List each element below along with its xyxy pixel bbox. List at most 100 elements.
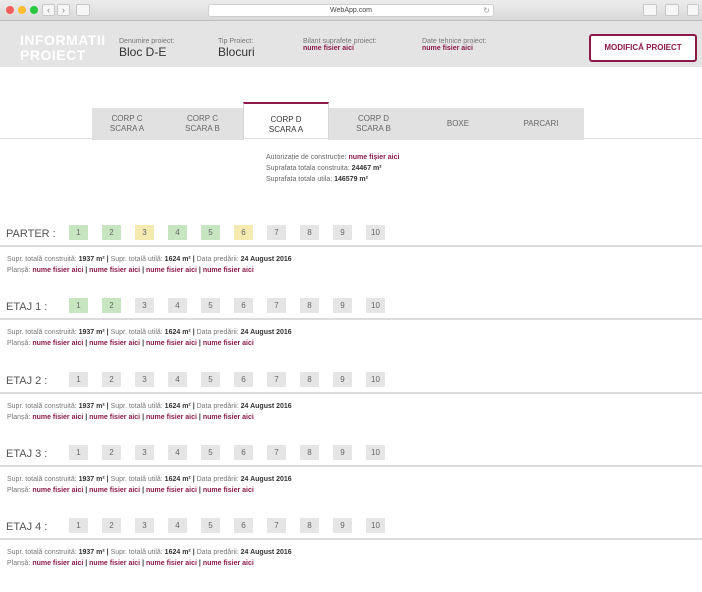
sidebar-icon[interactable]	[76, 4, 90, 16]
apartment-cell[interactable]: 2	[102, 372, 121, 387]
surface-balance-link[interactable]: nume fisier aici	[303, 45, 377, 52]
apartment-cell[interactable]: 10	[366, 518, 385, 533]
maximize-window-icon[interactable]	[30, 6, 38, 14]
apartment-cell[interactable]: 4	[168, 445, 187, 460]
built-area-row: Suprafata totala construita: 24467 m²	[266, 163, 399, 174]
plan-file-link[interactable]: nume fisier aici	[203, 414, 254, 421]
apartment-cell[interactable]: 1	[69, 225, 88, 240]
apartment-cell[interactable]: 4	[168, 225, 187, 240]
apartment-cell[interactable]: 6	[234, 225, 253, 240]
apartment-cell[interactable]: 9	[333, 298, 352, 313]
address-bar[interactable]: WebApp.com ↻	[208, 4, 494, 17]
apartment-cell[interactable]: 6	[234, 518, 253, 533]
apartment-cell[interactable]: 6	[234, 298, 253, 313]
apartment-cell[interactable]: 7	[267, 445, 286, 460]
apartment-cell[interactable]: 9	[333, 225, 352, 240]
tab-corp-c-scara-b[interactable]: CORP C SCARA B	[162, 108, 243, 140]
apartment-cell[interactable]: 4	[168, 518, 187, 533]
apartment-cell[interactable]: 3	[135, 518, 154, 533]
apartment-cell[interactable]: 8	[300, 518, 319, 533]
tab-parcari[interactable]: PARCARI	[498, 108, 584, 140]
plan-file-link[interactable]: nume fisier aici	[146, 487, 197, 494]
floor-stats: Supr. totală construită: 1937 m² | Supr.…	[7, 327, 292, 349]
technical-data-link[interactable]: nume fisier aici	[422, 45, 486, 52]
apartment-cell[interactable]: 5	[201, 372, 220, 387]
plan-file-link[interactable]: nume fisier aici	[203, 340, 254, 347]
apartment-cell[interactable]: 2	[102, 225, 121, 240]
minimize-window-icon[interactable]	[18, 6, 26, 14]
floor-row: ETAJ 1 : 1 2 3 4 5 6 7 8 9 10 Supr. totală construi…	[0, 298, 702, 372]
apartment-cell[interactable]: 4	[168, 372, 187, 387]
forward-icon[interactable]: ›	[57, 4, 70, 16]
new-tab-icon[interactable]	[687, 4, 699, 16]
apartment-cell[interactable]: 7	[267, 225, 286, 240]
close-window-icon[interactable]	[6, 6, 14, 14]
plan-file-link[interactable]: nume fisier aici	[146, 340, 197, 347]
apartment-cell[interactable]: 1	[69, 298, 88, 313]
floor-area-row: Supr. totală construită: 1937 m² | Supr.…	[7, 401, 292, 412]
apartment-cell[interactable]: 3	[135, 445, 154, 460]
apartment-cell[interactable]: 3	[135, 372, 154, 387]
plan-file-link[interactable]: nume fisier aici	[146, 414, 197, 421]
plan-file-link[interactable]: nume fisier aici	[32, 340, 83, 347]
floor-divider	[0, 538, 702, 540]
plan-file-link[interactable]: nume fisier aici	[89, 487, 140, 494]
authorization-link[interactable]: nume fișier aici	[349, 154, 400, 161]
apartment-cell[interactable]: 6	[234, 445, 253, 460]
apartment-cell[interactable]: 1	[69, 445, 88, 460]
tabs-overview-icon[interactable]	[665, 4, 679, 16]
plan-file-link[interactable]: nume fisier aici	[32, 267, 83, 274]
tab-corp-c-scara-a[interactable]: CORP C SCARA A	[92, 108, 162, 140]
share-icon[interactable]	[643, 4, 657, 16]
plan-file-link[interactable]: nume fisier aici	[32, 414, 83, 421]
plan-file-link[interactable]: nume fisier aici	[89, 414, 140, 421]
apartment-cell[interactable]: 5	[201, 518, 220, 533]
plan-file-link[interactable]: nume fisier aici	[203, 487, 254, 494]
apartment-cell[interactable]: 5	[201, 445, 220, 460]
plan-file-link[interactable]: nume fisier aici	[32, 487, 83, 494]
apartment-cell[interactable]: 10	[366, 298, 385, 313]
apartment-cell[interactable]: 2	[102, 445, 121, 460]
apartment-cell[interactable]: 3	[135, 225, 154, 240]
apartment-cell[interactable]: 10	[366, 372, 385, 387]
plan-file-link[interactable]: nume fisier aici	[89, 340, 140, 347]
apartment-cell[interactable]: 8	[300, 445, 319, 460]
apartment-cell[interactable]: 3	[135, 298, 154, 313]
apartment-cell[interactable]: 9	[333, 518, 352, 533]
apartment-cell[interactable]: 10	[366, 445, 385, 460]
apartment-cell[interactable]: 9	[333, 372, 352, 387]
plan-file-link[interactable]: nume fisier aici	[146, 560, 197, 567]
plan-file-link[interactable]: nume fisier aici	[89, 267, 140, 274]
apartment-cell[interactable]: 9	[333, 445, 352, 460]
apartment-cell[interactable]: 8	[300, 372, 319, 387]
plan-file-link[interactable]: nume fisier aici	[89, 560, 140, 567]
tab-corp-d-scara-b[interactable]: CORP D SCARA B	[329, 108, 418, 140]
apartment-cell[interactable]: 8	[300, 225, 319, 240]
apartment-cell[interactable]: 10	[366, 225, 385, 240]
tab-corp-d-scara-a[interactable]: CORP D SCARA A	[243, 102, 329, 140]
apartment-cell[interactable]: 7	[267, 372, 286, 387]
apartment-cell[interactable]: 7	[267, 518, 286, 533]
plan-file-link[interactable]: nume fisier aici	[146, 267, 197, 274]
separator: |	[106, 476, 109, 483]
plan-file-link[interactable]: nume fisier aici	[203, 560, 254, 567]
apartment-cell[interactable]: 6	[234, 372, 253, 387]
apartment-cell[interactable]: 5	[201, 225, 220, 240]
tab-boxe[interactable]: BOXE	[418, 108, 498, 140]
apartment-cell[interactable]: 2	[102, 518, 121, 533]
apartment-cell[interactable]: 4	[168, 298, 187, 313]
reload-icon[interactable]: ↻	[483, 5, 490, 16]
plan-file-link[interactable]: nume fisier aici	[32, 560, 83, 567]
apartment-cell[interactable]: 2	[102, 298, 121, 313]
back-icon[interactable]: ‹	[42, 4, 55, 16]
separator: |	[142, 340, 145, 347]
plan-file-link[interactable]: nume fisier aici	[203, 267, 254, 274]
usable-area-value: 1624 m²	[164, 403, 191, 410]
apartment-cell[interactable]: 8	[300, 298, 319, 313]
apartment-cell[interactable]: 5	[201, 298, 220, 313]
separator: |	[106, 329, 109, 336]
apartment-cell[interactable]: 1	[69, 518, 88, 533]
apartment-cell[interactable]: 1	[69, 372, 88, 387]
modify-project-button[interactable]: MODIFICĂ PROIECT	[589, 34, 697, 62]
apartment-cell[interactable]: 7	[267, 298, 286, 313]
